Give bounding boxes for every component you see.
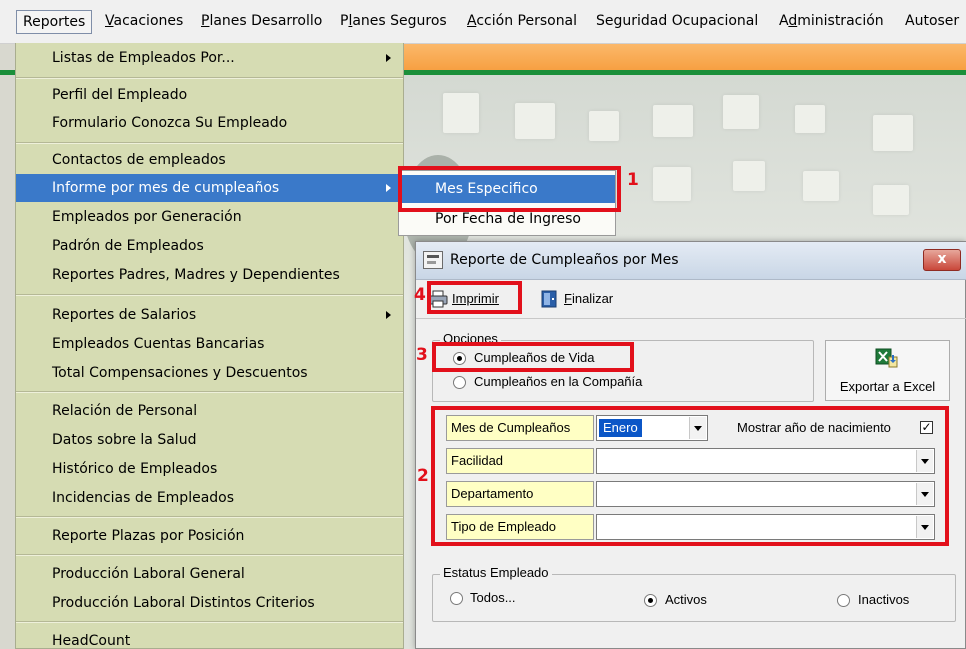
menu-item-empleados-generacion[interactable]: Empleados por Generación [16,203,403,231]
menu-planes-seguros[interactable]: Planes Seguros [340,13,447,29]
menu-item-datos-salud[interactable]: Datos sobre la Salud [16,426,403,454]
close-button[interactable]: x [923,249,961,271]
report-icon [423,251,443,269]
menu-item-historico-empleados[interactable]: Histórico de Empleados [16,455,403,483]
menu-item-plazas-posicion[interactable]: Reporte Plazas por Posición [16,522,403,550]
background-tile [443,93,479,133]
background-tile [515,103,555,139]
callout-box-1 [398,166,621,212]
menu-rest: ministración [797,13,884,29]
dialog-titlebar: Reporte de Cumpleaños por Mes x [416,242,966,280]
callout-number-2: 2 [417,466,429,486]
menu-rest: lanes Desarrollo [209,13,323,29]
radio-status-todos-label: Todos... [470,590,516,605]
menu-item-label: Listas de Empleados Por... [52,50,235,66]
menu-rest: anes Seguros [352,13,447,29]
mnemonic: A [467,13,477,29]
finish-label: Finalizar [564,286,613,312]
excel-icon [875,348,898,368]
callout-box-3 [432,342,634,372]
background-tile [589,111,619,141]
background-tile [653,167,691,201]
menu-item-reportes-padres[interactable]: Reportes Padres, Madres y Dependientes [16,261,403,289]
menu-item-incidencias-empleados[interactable]: Incidencias de Empleados [16,484,403,512]
exit-door-icon [541,290,557,308]
menu-item-informe-cumpleanos[interactable]: Informe por mes de cumpleaños [16,174,403,202]
background-tile [873,115,913,151]
toolbar-divider [416,318,966,319]
export-excel-label: Exportar a Excel [839,379,936,394]
radio-status-activos[interactable] [644,594,657,607]
radio-status-activos-label: Activos [665,592,707,607]
menu-separator [16,391,403,393]
callout-box-4 [427,281,522,314]
menu-separator [16,554,403,556]
reportes-dropdown: Listas de Empleados Por... Perfil del Em… [15,43,404,649]
menu-accion-personal[interactable]: Acción Personal [467,13,577,29]
menu-item-total-compensaciones[interactable]: Total Compensaciones y Descuentos [16,359,403,387]
menu-item-listas-empleados[interactable]: Listas de Empleados Por... [16,44,403,72]
menu-item-formulario-conozca[interactable]: Formulario Conozca Su Empleado [16,109,403,137]
orange-banner [403,44,966,70]
menu-item-label: Reportes de Salarios [52,307,197,323]
menu-item-cuentas-bancarias[interactable]: Empleados Cuentas Bancarias [16,330,403,358]
callout-box-2 [431,406,949,546]
finish-rest: inalizar [571,291,614,306]
radio-status-todos[interactable] [450,592,463,605]
background-tile [803,171,839,201]
menu-autoservicio[interactable]: Autoser [905,13,959,29]
submenu-arrow-icon [386,311,391,319]
menu-item-headcount[interactable]: HeadCount [16,627,403,649]
menu-item-produccion-laboral-criterios[interactable]: Producción Laboral Distintos Criterios [16,589,403,617]
menu-administracion[interactable]: Administración [779,13,884,29]
menu-item-produccion-laboral-general[interactable]: Producción Laboral General [16,560,403,588]
menu-rest: A [779,13,789,29]
menu-separator [16,516,403,518]
mnemonic: d [788,13,798,29]
background-tile [653,105,693,137]
menu-separator [16,142,403,144]
radio-status-inactivos-label: Inactivos [858,592,910,607]
background-tile [733,161,765,191]
background-tile [873,185,909,215]
export-excel-button[interactable]: Exportar a Excel [825,340,950,401]
radio-cumpleanos-compania[interactable] [453,376,466,389]
background-tile [723,95,759,129]
menu-vacaciones[interactable]: Vacaciones [105,13,183,29]
radio-status-inactivos[interactable] [837,594,850,607]
status-legend: Estatus Empleado [440,565,552,580]
submenu-arrow-icon [386,54,391,62]
menu-item-padron-empleados[interactable]: Padrón de Empleados [16,232,403,260]
menu-reportes[interactable]: Reportes [16,10,93,34]
menu-bar: Reportes Vacaciones Planes Desarrollo Pl… [0,0,966,44]
menu-item-label: Informe por mes de cumpleaños [52,180,280,196]
dialog-title: Reporte de Cumpleaños por Mes [450,252,679,268]
menu-rest: acaciones [113,13,184,29]
menu-rest: cción Personal [476,13,578,29]
menu-item-relacion-personal[interactable]: Relación de Personal [16,397,403,425]
menu-item-reportes-salarios[interactable]: Reportes de Salarios [16,301,403,329]
submenu-arrow-icon [386,184,391,192]
menu-separator [16,621,403,623]
background-tile [795,105,825,133]
menu-item-contactos[interactable]: Contactos de empleados [16,146,403,174]
radio-cumpleanos-compania-label: Cumpleaños en la Compañía [474,374,643,389]
mnemonic: V [105,13,114,29]
menu-separator [16,77,403,79]
menu-item-perfil-empleado[interactable]: Perfil del Empleado [16,81,403,109]
mnemonic: F [564,291,572,306]
finish-button[interactable]: Finalizar [540,286,630,312]
menu-planes-desarrollo[interactable]: Planes Desarrollo [201,13,322,29]
callout-number-3: 3 [416,345,428,365]
menu-seguridad-ocupacional[interactable]: Seguridad Ocupacional [596,13,758,29]
callout-number-4: 4 [414,285,426,305]
menu-separator [16,294,403,296]
callout-number-1: 1 [627,170,639,190]
